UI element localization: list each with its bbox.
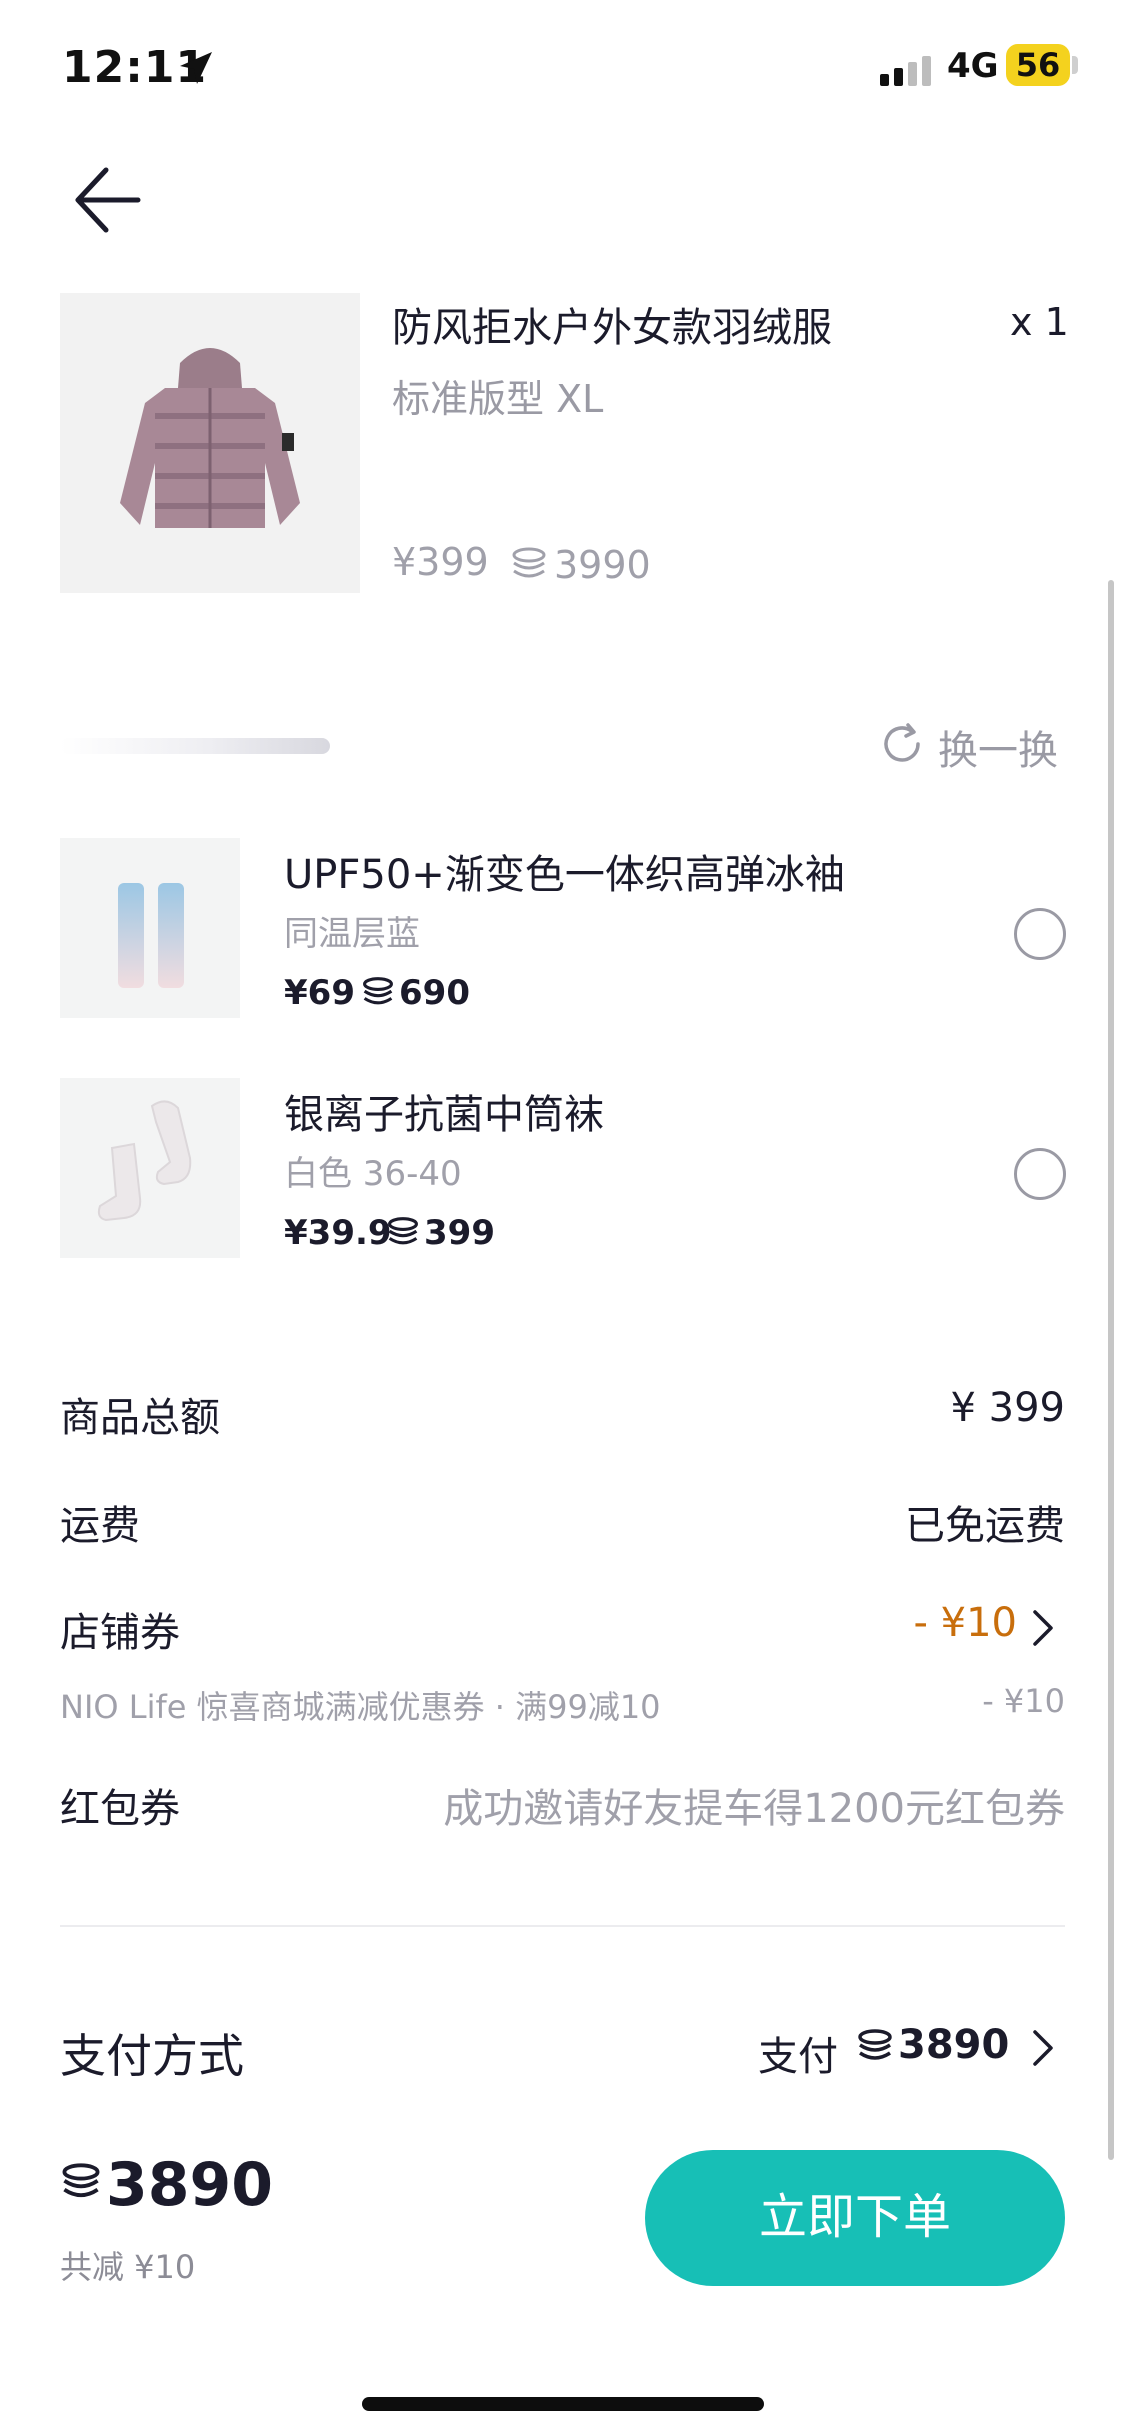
chevron-right-icon[interactable] [1030, 1608, 1056, 1648]
back-arrow-icon[interactable] [70, 160, 150, 240]
product-variant: 标准版型 XL [392, 377, 604, 421]
recommend-item-points: 690 [399, 973, 470, 1013]
order-total: 3890 [106, 2150, 273, 2220]
payment-method-prefix[interactable]: 支付 [758, 2024, 838, 2082]
signal-icon [880, 56, 931, 86]
subtotal-value: ¥ 399 [950, 1385, 1065, 1431]
points-coin-icon [363, 977, 393, 1005]
store-coupon-detail-value: - ¥10 [982, 1682, 1065, 1720]
recommend-item-price: ¥39.9 [284, 1213, 392, 1253]
jacket-illustration [120, 348, 300, 528]
points-coin-icon [62, 2163, 100, 2198]
product-points: 3990 [554, 543, 651, 587]
points-coin-icon [858, 2029, 892, 2060]
location-arrow-icon [180, 52, 212, 84]
ice-sleeve-illustration [118, 883, 184, 988]
shipping-value: 已免运费 [905, 1503, 1065, 1549]
place-order-button[interactable]: 立即下单 [645, 2150, 1065, 2286]
recommend-item-image [60, 1078, 240, 1258]
recommend-item-variant: 白色 36-40 [284, 1154, 462, 1194]
recommend-item-price: ¥69 [284, 973, 355, 1013]
product-image [60, 293, 360, 593]
refresh-button[interactable]: 换一换 [938, 718, 1058, 776]
shipping-label: 运费 [60, 1503, 140, 1549]
product-price: ¥399 [392, 540, 489, 584]
battery-cap [1072, 56, 1078, 74]
scrollbar[interactable] [1108, 580, 1114, 2160]
store-coupon-value[interactable]: - ¥10 [914, 1600, 1018, 1646]
socks-illustration [97, 1100, 192, 1222]
refresh-icon[interactable] [878, 720, 926, 768]
payment-method-amount[interactable]: 3890 [898, 2022, 1009, 2068]
points-coin-icon [512, 547, 546, 578]
section-title-placeholder [60, 738, 330, 754]
recommend-item-variant: 同温层蓝 [284, 914, 420, 954]
battery-indicator: 56 [1006, 44, 1070, 86]
subtotal-label: 商品总额 [60, 1395, 220, 1441]
recommend-item-title: 银离子抗菌中筒袜 [284, 1092, 604, 1138]
network-type: 4G [947, 46, 999, 86]
red-packet-hint[interactable]: 成功邀请好友提车得1200元红包券 [443, 1776, 1065, 1834]
store-coupon-detail: NIO Life 惊喜商城满减优惠券 · 满99减10 [60, 1688, 661, 1726]
recommend-item-radio[interactable] [1014, 908, 1066, 960]
recommend-item-image [60, 838, 240, 1018]
divider [60, 1925, 1065, 1927]
payment-method-label: 支付方式 [60, 2029, 244, 2083]
store-coupon-label: 店铺券 [60, 1610, 180, 1656]
product-quantity: x 1 [1010, 300, 1069, 344]
chevron-right-icon[interactable] [1030, 2028, 1056, 2068]
points-coin-icon [388, 1217, 418, 1245]
home-indicator[interactable] [362, 2397, 764, 2411]
red-packet-label: 红包券 [60, 1786, 180, 1832]
total-saving: 共减 ¥10 [60, 2248, 196, 2286]
product-title: 防风拒水户外女款羽绒服 [392, 305, 832, 351]
recommend-item-radio[interactable] [1014, 1148, 1066, 1200]
recommend-item-points: 399 [424, 1213, 495, 1253]
recommend-item-title: UPF50+渐变色一体织高弹冰袖 [284, 852, 845, 898]
